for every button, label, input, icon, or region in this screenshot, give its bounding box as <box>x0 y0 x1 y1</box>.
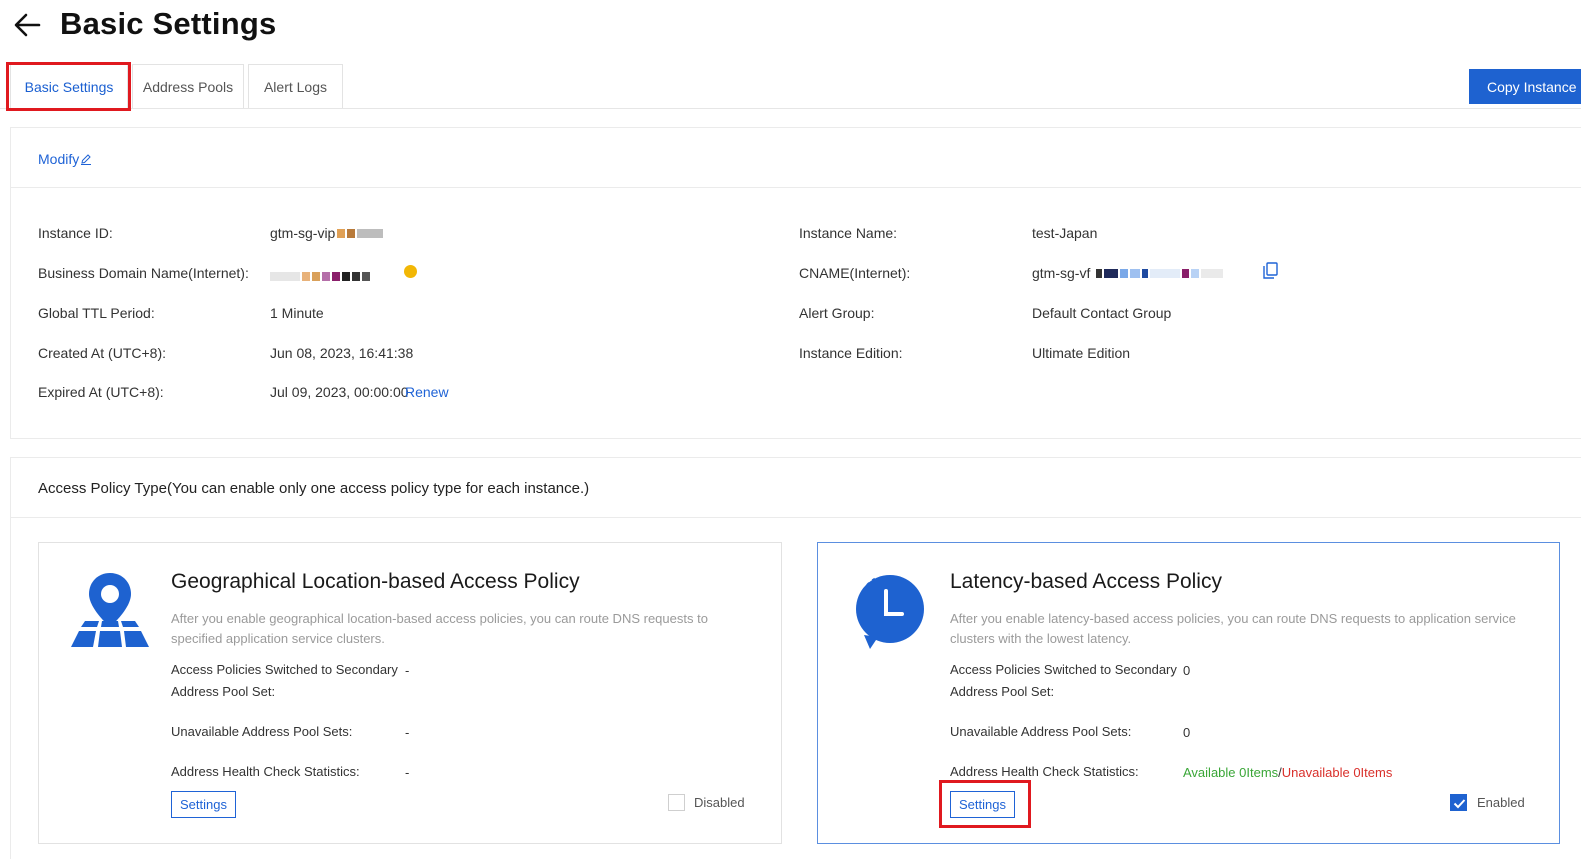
page-header: Basic Settings <box>0 0 1581 56</box>
latency-policy-card: Latency-based Access Policy After you en… <box>817 542 1560 844</box>
created-at-label: Created At (UTC+8): <box>38 345 166 361</box>
cname-label: CNAME(Internet): <box>799 265 911 281</box>
back-arrow-icon[interactable] <box>12 10 42 40</box>
redaction-mark <box>357 229 384 238</box>
redaction-mark <box>322 272 330 281</box>
clock-refresh-icon <box>856 575 924 649</box>
ttl-label: Global TTL Period: <box>38 305 155 321</box>
latency-status-label: Enabled <box>1477 795 1525 810</box>
redaction-mark <box>1182 269 1190 278</box>
instance-edition-value: Ultimate Edition <box>1032 345 1131 361</box>
instance-id-label: Instance ID: <box>38 225 113 241</box>
access-policy-type-title: Access Policy Type(You can enable only o… <box>38 480 590 497</box>
tab-bar: Basic Settings Address Pools Alert Logs <box>10 64 347 109</box>
geo-health-label: Address Health Check Statistics: <box>171 764 360 779</box>
geo-policy-desc: After you enable geographical location-b… <box>171 611 708 646</box>
latency-enable-checkbox[interactable] <box>1450 794 1467 811</box>
created-at-value: Jun 08, 2023, 16:41:38 <box>270 345 414 361</box>
tab-alert-logs[interactable]: Alert Logs <box>248 64 343 109</box>
alert-group-value: Default Contact Group <box>1032 305 1172 321</box>
latency-settings-button[interactable]: Settings <box>950 791 1015 818</box>
warning-icon <box>404 265 417 278</box>
panel-divider <box>11 517 1581 518</box>
geo-switched-label-2: Address Pool Set: <box>171 684 276 699</box>
edit-icon <box>81 154 92 165</box>
redaction-mark <box>270 272 300 281</box>
business-domain-label: Business Domain Name(Internet): <box>38 265 249 281</box>
geo-switched-label-1: Access Policies Switched to Secondary <box>171 662 398 677</box>
instance-info-panel: Modify <box>10 127 1581 439</box>
ttl-value: 1 Minute <box>270 305 324 321</box>
redaction-mark <box>312 272 320 281</box>
geo-policy-title: Geographical Location-based Access Polic… <box>171 570 580 593</box>
geo-status-label: Disabled <box>694 795 745 810</box>
available-count: Available 0Items <box>1183 765 1279 780</box>
redaction-mark <box>1150 269 1181 278</box>
latency-policy-desc: After you enable latency-based access po… <box>950 611 1516 646</box>
latency-unavailable-label: Unavailable Address Pool Sets: <box>950 724 1132 739</box>
redaction-mark <box>1096 269 1103 278</box>
unavailable-count: Unavailable 0Items <box>1281 765 1393 780</box>
redaction-mark <box>1104 269 1119 278</box>
geo-settings-button[interactable]: Settings <box>171 791 236 818</box>
expired-at-value: Jul 09, 2023, 00:00:00 <box>270 384 409 400</box>
instance-id-value: gtm-sg-vip <box>270 225 385 241</box>
latency-switched-label-2: Address Pool Set: <box>950 684 1055 699</box>
tab-basic-settings[interactable]: Basic Settings <box>10 64 128 109</box>
redaction-mark <box>302 272 310 281</box>
renew-link[interactable]: Renew <box>405 384 449 400</box>
redaction-mark <box>1120 269 1129 278</box>
copy-icon[interactable] <box>1263 262 1278 279</box>
modify-row: Modify <box>11 128 1581 188</box>
geo-health-value: - <box>405 765 410 780</box>
instance-id-text: gtm-sg-vip <box>270 225 336 241</box>
instance-name-value: test-Japan <box>1032 225 1098 241</box>
latency-unavailable-value: 0 <box>1183 725 1191 740</box>
geo-unavailable-value: - <box>405 725 410 740</box>
geo-unavailable-label: Unavailable Address Pool Sets: <box>171 724 353 739</box>
tab-divider <box>0 108 1581 109</box>
expired-at-label: Expired At (UTC+8): <box>38 384 164 400</box>
map-pin-icon <box>71 573 149 647</box>
redaction-mark <box>352 272 360 281</box>
redaction-mark <box>1130 269 1141 278</box>
latency-switched-label-1: Access Policies Switched to Secondary <box>950 662 1177 677</box>
page-title: Basic Settings <box>60 6 277 41</box>
geo-enable-checkbox[interactable] <box>668 794 685 811</box>
redaction-mark <box>1191 269 1200 278</box>
latency-health-value: Available 0Items/Unavailable 0Items <box>1183 765 1392 780</box>
redaction-mark <box>332 272 340 281</box>
modify-label: Modify <box>38 151 80 167</box>
geo-policy-card: Geographical Location-based Access Polic… <box>38 542 782 844</box>
tab-address-pools[interactable]: Address Pools <box>132 64 244 109</box>
geo-switched-value: - <box>405 663 410 678</box>
checkmark-icon <box>1453 799 1466 809</box>
alert-group-label: Alert Group: <box>799 305 875 321</box>
business-domain-value <box>270 268 372 284</box>
redaction-mark <box>1142 269 1149 278</box>
modify-link[interactable]: Modify <box>38 151 92 167</box>
redaction-mark <box>1201 269 1224 278</box>
copy-instance-button[interactable]: Copy Instance <box>1469 69 1581 104</box>
latency-switched-value: 0 <box>1183 663 1191 678</box>
redaction-mark <box>337 229 346 238</box>
cname-value: gtm-sg-vf <box>1032 265 1225 281</box>
latency-health-label: Address Health Check Statistics: <box>950 764 1139 779</box>
redaction-mark <box>362 272 370 281</box>
redaction-mark <box>347 229 356 238</box>
instance-edition-label: Instance Edition: <box>799 345 903 361</box>
cname-text: gtm-sg-vf <box>1032 265 1091 281</box>
instance-name-label: Instance Name: <box>799 225 898 241</box>
latency-policy-title: Latency-based Access Policy <box>950 570 1222 593</box>
redaction-mark <box>342 272 350 281</box>
